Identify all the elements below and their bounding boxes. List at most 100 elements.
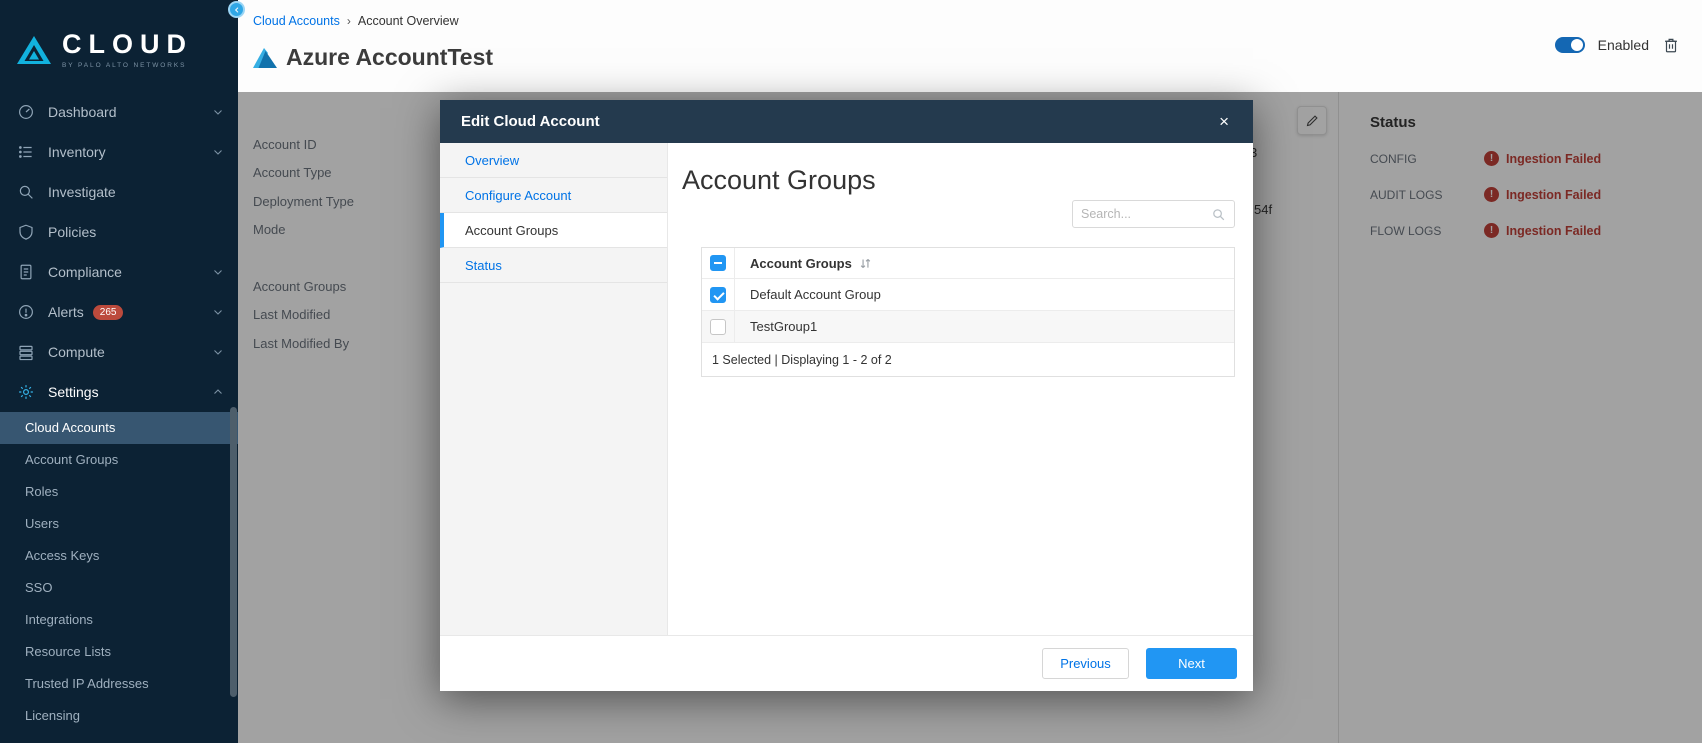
sidebar: CLOUD BY PALO ALTO NETWORKS Dashboard In… [0,0,238,743]
sidebar-item-trusted-ip-addresses[interactable]: Trusted IP Addresses [0,668,238,700]
sidebar-item-label: Compliance [48,264,122,280]
cloud-logo-icon [16,35,52,65]
breadcrumb-separator-icon: › [347,14,351,28]
sidebar-item-compliance[interactable]: Compliance [0,252,238,292]
modal-tab-configure-account[interactable]: Configure Account [440,178,667,213]
breadcrumb-current: Account Overview [358,14,459,28]
sidebar-item-label: Investigate [48,184,116,200]
sidebar-item-settings[interactable]: Settings [0,372,238,412]
app-logo: CLOUD BY PALO ALTO NETWORKS [0,0,238,92]
select-all-checkbox[interactable] [710,255,726,271]
sidebar-item-users[interactable]: Users [0,508,238,540]
sidebar-item-access-keys[interactable]: Access Keys [0,540,238,572]
collapse-sidebar-button[interactable] [228,1,245,18]
sidebar-item-label: Policies [48,224,96,240]
breadcrumb-cloud-accounts-link[interactable]: Cloud Accounts [253,14,340,28]
modal-section-heading: Account Groups [682,165,1235,196]
row-checkbox[interactable] [710,319,726,335]
settings-submenu: Cloud Accounts Account Groups Roles User… [0,412,238,732]
page-header: Cloud Accounts › Account Overview Azure … [238,0,1702,92]
enabled-toggle[interactable] [1555,37,1585,53]
modal-footer: Previous Next [440,635,1253,691]
trash-icon [1662,36,1680,54]
modal-header: Edit Cloud Account × [440,100,1253,143]
logo-title: CLOUD [62,31,193,58]
sidebar-item-policies[interactable]: Policies [0,212,238,252]
modal-tab-overview[interactable]: Overview [440,143,667,178]
sidebar-nav: Dashboard Inventory Investigate Policies [0,92,238,732]
toggle-knob [1571,39,1583,51]
modal-body: Overview Configure Account Account Group… [440,143,1253,635]
sidebar-item-resource-lists[interactable]: Resource Lists [0,636,238,668]
search-row [682,200,1235,228]
delete-account-button[interactable] [1662,36,1680,54]
chevron-down-icon [212,306,224,318]
enabled-label: Enabled [1598,37,1649,53]
sidebar-item-investigate[interactable]: Investigate [0,172,238,212]
search-icon [1211,207,1226,222]
row-checkbox[interactable] [710,287,726,303]
policies-icon [17,223,35,241]
breadcrumb: Cloud Accounts › Account Overview [238,0,1702,28]
inventory-icon [17,143,35,161]
sidebar-item-account-groups[interactable]: Account Groups [0,444,238,476]
sidebar-item-cloud-accounts[interactable]: Cloud Accounts [0,412,238,444]
chevron-left-icon [233,6,241,14]
compliance-icon [17,263,35,281]
checkbox-cell [702,311,735,342]
sort-icon[interactable] [859,257,872,270]
chevron-down-icon [212,346,224,358]
chevron-down-icon [212,266,224,278]
account-groups-table: Account Groups Default Account Group Te [701,247,1235,377]
title-row: Azure AccountTest [238,44,1702,71]
row-label: Default Account Group [735,287,881,302]
settings-gear-icon [17,383,35,401]
sidebar-item-licensing[interactable]: Licensing [0,700,238,732]
sidebar-item-dashboard[interactable]: Dashboard [0,92,238,132]
table-row[interactable]: TestGroup1 [702,311,1234,343]
chevron-down-icon [212,146,224,158]
sidebar-item-label: Settings [48,384,99,400]
chevron-up-icon [212,386,224,398]
checkbox-cell [702,248,735,278]
checkbox-cell [702,279,735,310]
investigate-icon [17,183,35,201]
dashboard-icon [17,103,35,121]
modal-step-nav: Overview Configure Account Account Group… [440,143,668,635]
search-input[interactable] [1081,207,1205,221]
sidebar-item-label: Dashboard [48,104,117,120]
column-header-account-groups[interactable]: Account Groups [735,256,852,271]
sidebar-item-roles[interactable]: Roles [0,476,238,508]
sidebar-item-label: Alerts [48,304,84,320]
modal-title: Edit Cloud Account [461,113,1219,130]
logo-text: CLOUD BY PALO ALTO NETWORKS [62,31,193,69]
previous-button[interactable]: Previous [1042,648,1129,679]
sidebar-item-label: Compute [48,344,105,360]
modal-content: Account Groups Account Groups [668,143,1253,635]
sidebar-item-alerts[interactable]: Alerts 265 [0,292,238,332]
sidebar-item-label: Inventory [48,144,106,160]
sidebar-scrollbar[interactable] [230,407,237,697]
logo-subtitle: BY PALO ALTO NETWORKS [62,62,193,69]
azure-icon [253,48,277,68]
sidebar-item-inventory[interactable]: Inventory [0,132,238,172]
next-button[interactable]: Next [1146,648,1237,679]
modal-tab-status[interactable]: Status [440,248,667,283]
table-header-row: Account Groups [702,248,1234,279]
close-icon[interactable]: × [1219,113,1229,130]
table-row[interactable]: Default Account Group [702,279,1234,311]
edit-cloud-account-modal: Edit Cloud Account × Overview Configure … [440,100,1253,691]
search-box [1072,200,1235,228]
alerts-count-badge: 265 [93,305,124,320]
modal-tab-account-groups[interactable]: Account Groups [440,213,667,248]
header-controls: Enabled [1555,36,1680,54]
sidebar-item-sso[interactable]: SSO [0,572,238,604]
chevron-down-icon [212,106,224,118]
alerts-icon [17,303,35,321]
table-summary: 1 Selected | Displaying 1 - 2 of 2 [702,343,1234,376]
compute-icon [17,343,35,361]
row-label: TestGroup1 [735,319,817,334]
sidebar-item-compute[interactable]: Compute [0,332,238,372]
page-title: Azure AccountTest [286,44,493,71]
sidebar-item-integrations[interactable]: Integrations [0,604,238,636]
